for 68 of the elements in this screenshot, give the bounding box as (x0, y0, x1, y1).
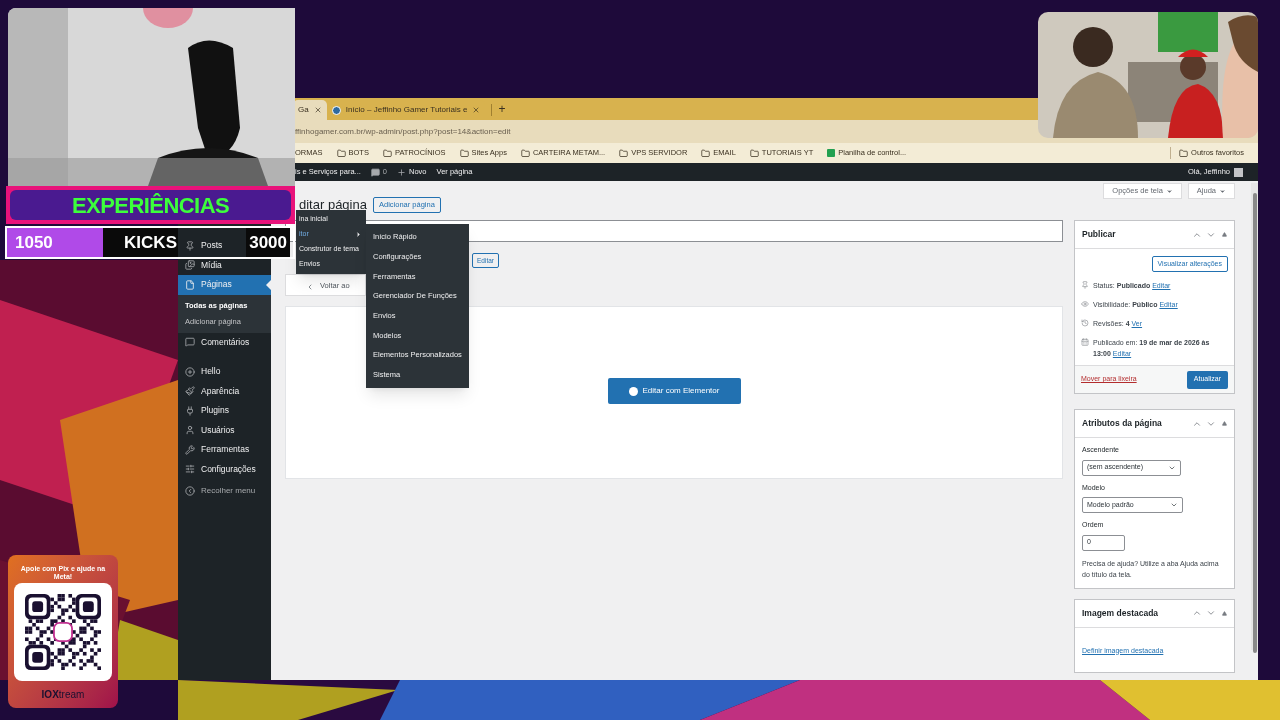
menu-icon (185, 337, 195, 348)
row-icon (1081, 281, 1089, 289)
row-icon (1081, 300, 1089, 308)
current-count: 1050 (7, 228, 103, 257)
caret-icon (1170, 501, 1178, 509)
close-icon[interactable] (313, 106, 322, 114)
folder-icon (459, 148, 469, 158)
menu-icon (185, 386, 195, 397)
move-up-icon[interactable] (1192, 608, 1202, 618)
menu-icon (185, 279, 195, 290)
box-title: Atributos da página (1082, 417, 1163, 430)
comment-icon[interactable] (370, 167, 380, 177)
sidebar-item[interactable]: Mídia (201, 258, 222, 272)
folder-icon (749, 148, 759, 158)
folder-icon (701, 148, 711, 158)
wordpress-icon (331, 105, 341, 115)
menu-icon (185, 464, 195, 475)
back-icon (306, 283, 314, 291)
sidebar-item[interactable]: Páginas (178, 275, 271, 295)
move-down-icon[interactable] (1206, 608, 1216, 618)
row-icon (1081, 338, 1089, 346)
sidebar-item[interactable]: Posts (201, 239, 223, 253)
folder-icon (619, 148, 629, 158)
row-icon (1081, 319, 1089, 327)
sidebar-item[interactable]: Ferramentas (201, 443, 250, 457)
goal-count: 3000 (246, 228, 290, 257)
box-title: Imagem destacada (1082, 606, 1160, 620)
sidebar-item[interactable]: Plugins (201, 404, 229, 418)
menu-icon (185, 240, 195, 251)
spreadsheet-icon (827, 149, 836, 157)
collapse-icon[interactable] (1222, 421, 1227, 426)
tab-title: Ga (298, 104, 309, 116)
counter-label: KICKS (103, 228, 178, 257)
sidebar-label: Páginas (201, 278, 232, 292)
plus-icon[interactable] (397, 167, 407, 177)
current-indicator-icon (266, 280, 271, 290)
submenu-arrow-icon (355, 231, 362, 238)
collapse-icon (185, 486, 195, 496)
menu-icon (185, 366, 195, 377)
folder-icon (382, 148, 392, 158)
folder-icon (1179, 148, 1189, 158)
caret-icon (1165, 187, 1173, 195)
avatar-icon (1234, 167, 1243, 177)
menu-icon (185, 405, 195, 416)
tab-title: Início – Jeffinho Gamer Tutoriais e (345, 104, 468, 116)
browser-tab[interactable]: Ga (293, 100, 327, 120)
menu-icon (185, 425, 195, 436)
banner-title: EXPERIÊNCIAS (71, 191, 230, 220)
url-text: ffinhogamer.com.br/wp-admin/post.php?post=14&action=edit (295, 125, 511, 138)
sidebar-item[interactable]: Comentários (201, 335, 250, 349)
new-tab-button[interactable]: + (498, 100, 506, 120)
sidebar-item[interactable]: Hello (201, 365, 221, 379)
collapse-icon[interactable] (1222, 232, 1227, 237)
sidebar-item[interactable]: Configurações (201, 462, 256, 476)
menu-icon (185, 260, 195, 271)
elementor-icon (628, 386, 638, 396)
close-icon[interactable] (472, 106, 481, 114)
folder-icon (336, 148, 346, 158)
brand-logo: IOXtream (41, 688, 85, 702)
collapse-menu-button[interactable]: Recolher menu (178, 481, 271, 501)
folder-icon (520, 148, 530, 158)
caret-icon (1219, 187, 1226, 195)
edit-with-elementor-button[interactable]: Editar com Elementor (607, 378, 741, 404)
collapse-icon[interactable] (1222, 610, 1227, 616)
menu-icon (185, 444, 195, 455)
box-title: Publicar (1082, 228, 1117, 241)
sidebar-item[interactable]: Usuários (201, 423, 235, 437)
sidebar-item[interactable]: Aparência (201, 384, 240, 398)
